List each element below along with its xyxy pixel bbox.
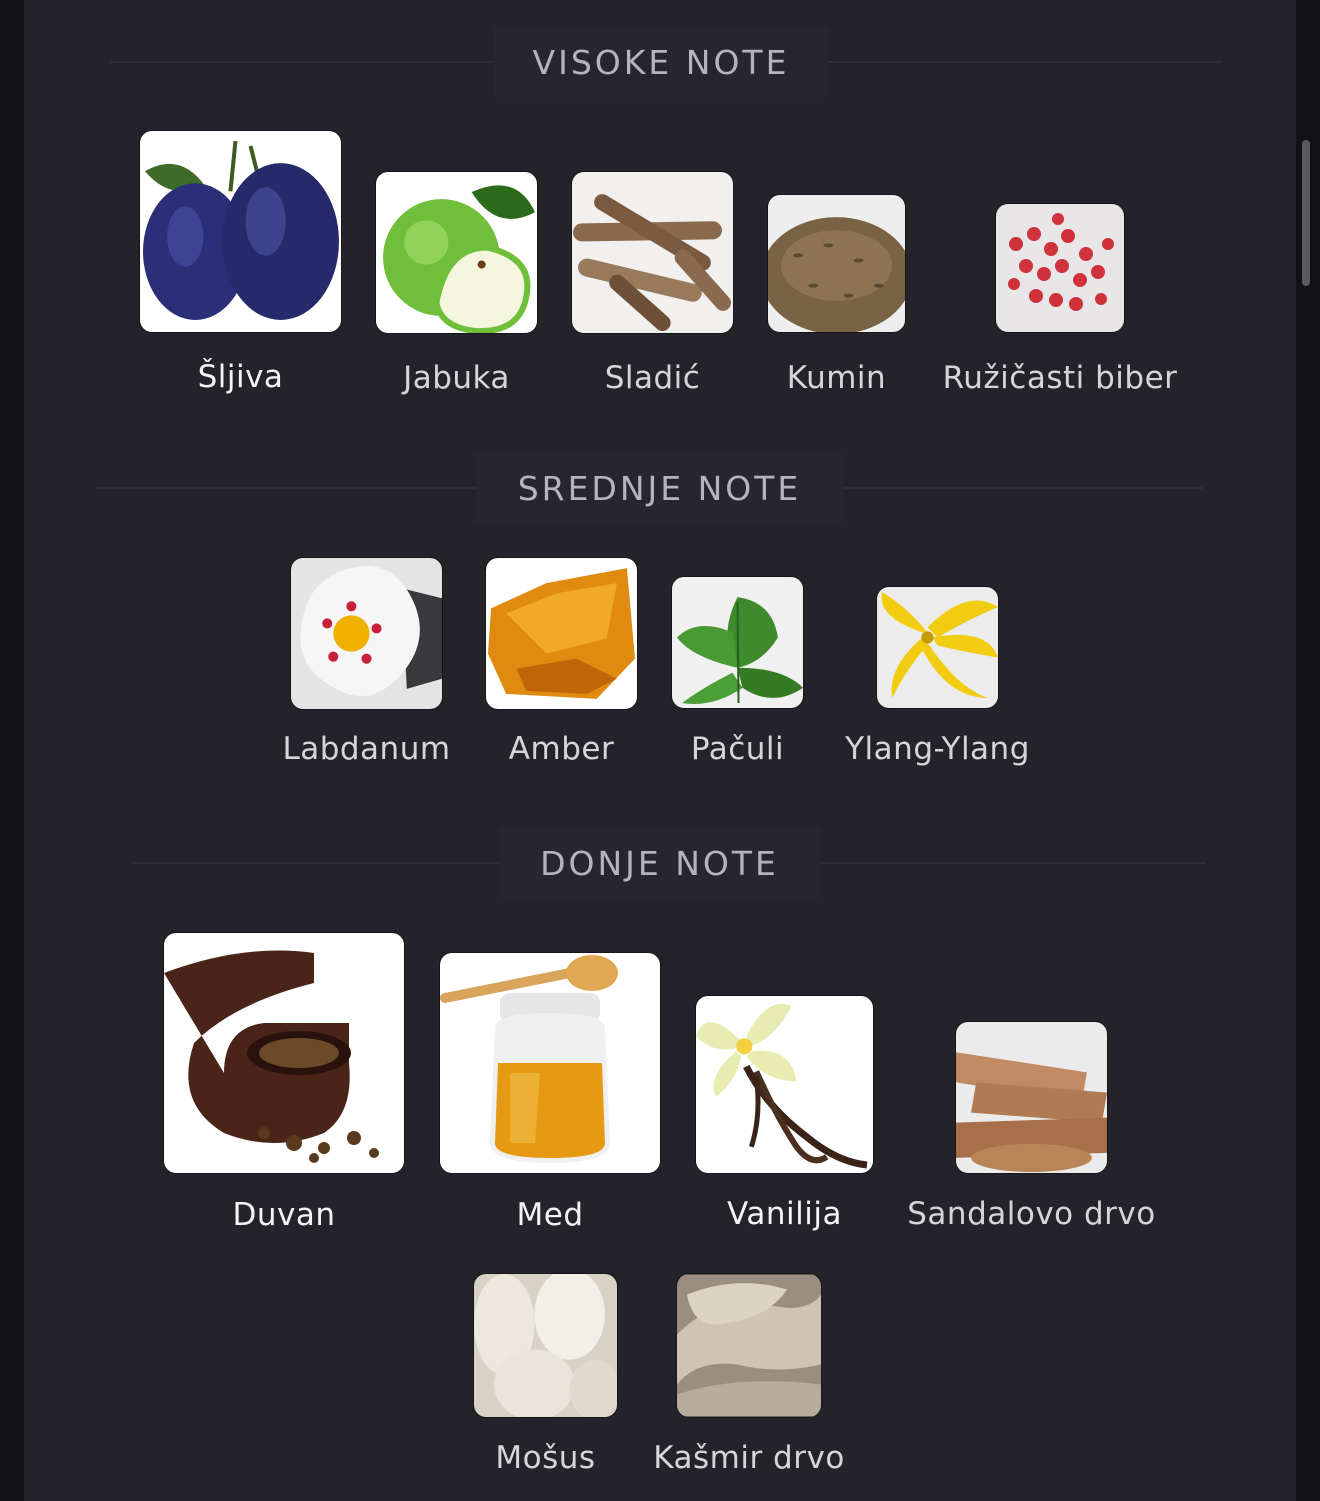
section-title-pill: DONJE NOTE bbox=[499, 828, 820, 898]
note-cumin[interactable]: Kumin bbox=[768, 195, 905, 396]
note-vanilla[interactable]: Vanilija bbox=[696, 996, 873, 1232]
divider-line bbox=[843, 487, 1203, 489]
cumin-icon bbox=[768, 195, 905, 332]
section-header-base-notes: DONJE NOTE bbox=[0, 828, 1320, 898]
patchouli-leaf-icon bbox=[672, 577, 803, 708]
divider-line bbox=[96, 487, 476, 489]
honey-jar-icon bbox=[440, 953, 660, 1173]
section-title-pill: VISOKE NOTE bbox=[494, 27, 828, 97]
note-plum[interactable]: Šljiva bbox=[140, 131, 341, 395]
note-label: Ylang-Ylang bbox=[845, 731, 1030, 767]
scrollbar[interactable] bbox=[1302, 140, 1310, 286]
note-labdanum[interactable]: Labdanum bbox=[282, 558, 450, 767]
note-cashmere-wood[interactable]: Kašmir drvo bbox=[653, 1274, 844, 1476]
divider-line bbox=[828, 61, 1222, 63]
plum-icon bbox=[140, 131, 341, 332]
note-ylang-ylang[interactable]: Ylang-Ylang bbox=[845, 587, 1029, 767]
note-musk[interactable]: Mošus bbox=[474, 1274, 617, 1476]
note-apple[interactable]: Jabuka bbox=[376, 172, 537, 396]
note-patchouli[interactable]: Pačuli bbox=[672, 577, 803, 767]
note-label: Sandalovo drvo bbox=[907, 1196, 1156, 1232]
amber-icon bbox=[486, 558, 637, 709]
labdanum-flower-icon bbox=[291, 558, 442, 709]
divider-line bbox=[820, 862, 1206, 864]
note-label: Ružičasti biber bbox=[942, 360, 1178, 396]
section-title: SREDNJE NOTE bbox=[517, 468, 802, 508]
sandalwood-icon bbox=[956, 1022, 1107, 1173]
section-title: VISOKE NOTE bbox=[532, 42, 790, 82]
apple-icon bbox=[376, 172, 537, 333]
note-label: Kašmir drvo bbox=[653, 1440, 845, 1476]
divider-line bbox=[132, 862, 499, 864]
tobacco-pipe-icon bbox=[164, 933, 404, 1173]
note-pink-pepper[interactable]: Ružičasti biber bbox=[943, 204, 1177, 396]
note-sandalwood[interactable]: Sandalovo drvo bbox=[907, 1022, 1155, 1232]
vanilla-icon bbox=[696, 996, 873, 1173]
licorice-icon bbox=[572, 172, 733, 333]
ylang-ylang-flower-icon bbox=[877, 587, 998, 708]
divider-line bbox=[110, 61, 494, 63]
note-amber[interactable]: Amber bbox=[486, 558, 637, 767]
note-licorice[interactable]: Sladić bbox=[572, 172, 733, 396]
cashmere-wood-icon bbox=[677, 1274, 821, 1417]
section-header-top-notes: VISOKE NOTE bbox=[0, 27, 1320, 97]
musk-icon bbox=[474, 1274, 617, 1417]
note-honey[interactable]: Med bbox=[440, 953, 660, 1233]
section-title-pill: SREDNJE NOTE bbox=[476, 453, 843, 523]
section-header-middle-notes: SREDNJE NOTE bbox=[0, 453, 1320, 523]
pink-pepper-icon bbox=[996, 204, 1124, 332]
section-title: DONJE NOTE bbox=[540, 843, 779, 883]
note-tobacco[interactable]: Duvan bbox=[164, 933, 404, 1233]
